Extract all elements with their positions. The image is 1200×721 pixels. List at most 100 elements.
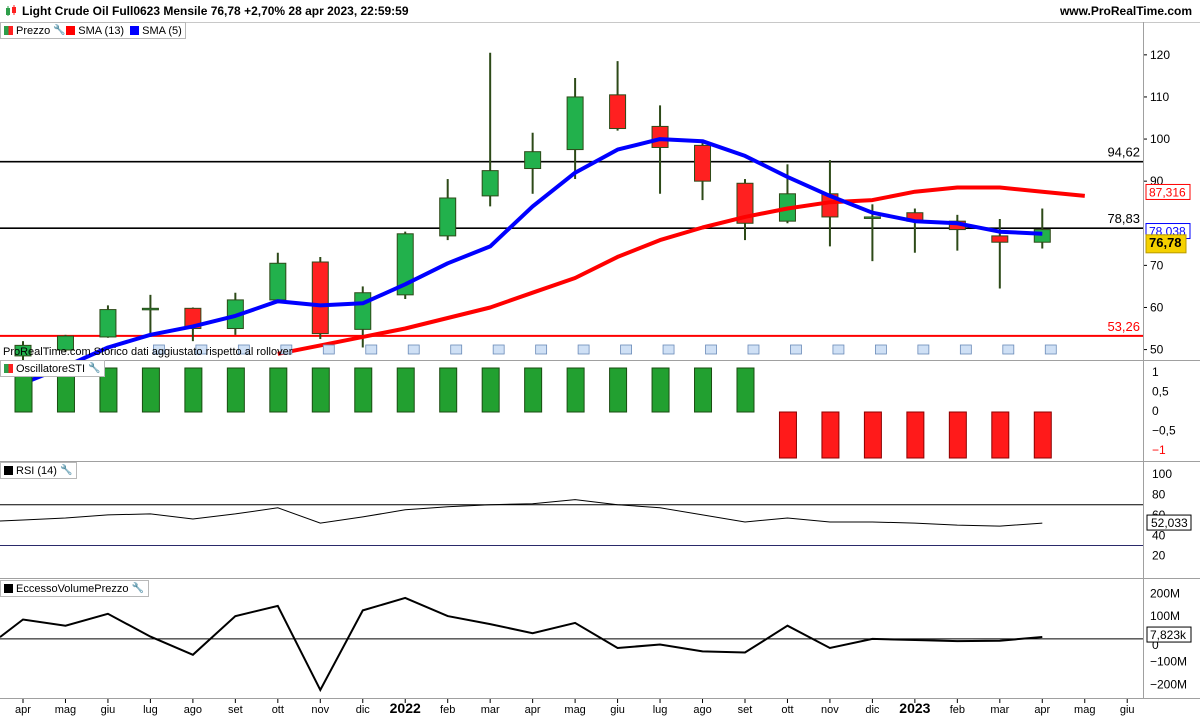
sti-bar: [566, 367, 585, 413]
event-marker-icon: [365, 344, 378, 355]
candle-body: [609, 94, 627, 130]
vol-tick-label: −200M: [1150, 677, 1187, 691]
event-marker-icon: [577, 344, 590, 355]
candle-body: [863, 216, 881, 219]
wrench-icon[interactable]: 🔧: [60, 465, 72, 476]
rsi-swatch: [4, 466, 13, 475]
event-marker-icon: [535, 344, 548, 355]
rollover-note: ProRealTime.com Storico dati aggiustato …: [3, 346, 293, 358]
candle-body: [991, 235, 1009, 243]
sti-bar: [396, 367, 415, 413]
price-tick-label: 60: [1150, 300, 1164, 314]
rsi-legend[interactable]: RSI (14) 🔧: [0, 462, 77, 479]
candle-body: [481, 170, 499, 197]
event-marker-icon: [790, 344, 802, 355]
sti-tick-label: 0,5: [1152, 384, 1169, 398]
sti-tick-label: −1: [1152, 443, 1166, 457]
legend-sma13-label: SMA (13): [78, 24, 125, 37]
price-tick-label: 50: [1150, 343, 1164, 357]
sti-swatch: [4, 364, 13, 373]
sti-bar: [863, 411, 882, 459]
last-value-label: 76,78: [1149, 235, 1182, 250]
sti-bar: [354, 367, 373, 413]
legend-price-label: Prezzo: [16, 24, 51, 37]
vol-line: [0, 596, 1043, 693]
candle-body: [354, 292, 372, 330]
vol-legend[interactable]: EccessoVolumePrezzo 🔧: [0, 580, 149, 597]
sti-bar: [609, 367, 628, 413]
vol-tick-label: 200M: [1150, 586, 1180, 600]
level-label: 53,26: [1107, 319, 1140, 334]
event-marker-icon: [1044, 344, 1057, 355]
panel-separator-sti: [0, 360, 1200, 361]
panel-separator-vol: [0, 578, 1200, 579]
vol-tick-label: −100M: [1150, 655, 1187, 669]
event-marker-icon: [832, 344, 845, 355]
wrench-icon[interactable]: 🔧: [53, 25, 65, 36]
level-label: 94,62: [1107, 145, 1140, 160]
wrench-icon[interactable]: 🔧: [88, 363, 100, 374]
event-marker-icon: [1002, 344, 1015, 355]
price-legend: Prezzo 🔧 SMA (13) SMA (5): [0, 22, 186, 39]
event-marker-icon: [407, 344, 420, 355]
sti-tick-label: −0,5: [1152, 424, 1176, 438]
candle-body: [439, 197, 457, 237]
panel-separator-rsi: [0, 461, 1200, 462]
candle-body: [694, 144, 712, 182]
vol-tick-label: 100M: [1150, 609, 1180, 623]
sti-bar: [778, 411, 797, 459]
candle-body: [311, 261, 329, 335]
chart-window: Light Crude Oil Full0623 Mensile 76,78 +…: [0, 0, 1200, 720]
event-marker-icon: [959, 344, 972, 355]
sti-bar: [906, 411, 925, 459]
rsi-tick-label: 80: [1152, 488, 1166, 502]
sti-bar: [481, 367, 500, 413]
candle-body: [651, 125, 669, 148]
rsi-tick-label: 20: [1152, 549, 1166, 563]
sti-legend[interactable]: OscillatoreSTI 🔧: [0, 360, 106, 377]
vol-last-label: 7,823k: [1150, 628, 1187, 642]
sti-bar: [948, 411, 967, 459]
last-value-label: 87,316: [1149, 185, 1186, 199]
rsi-line: [0, 499, 1043, 527]
legend-price[interactable]: Prezzo 🔧: [4, 25, 66, 37]
price-tick-label: 70: [1150, 258, 1164, 272]
sti-tick-label: 1: [1152, 365, 1159, 379]
sti-bar: [736, 367, 755, 413]
event-marker-icon: [322, 344, 335, 355]
sti-legend-label: OscillatoreSTI: [16, 362, 86, 375]
event-marker-icon: [747, 344, 760, 355]
sti-bar: [1033, 411, 1052, 459]
sma13-swatch: [66, 26, 76, 35]
price-swatch: [4, 26, 13, 35]
legend-sma5-label: SMA (5): [142, 24, 182, 37]
event-marker-icon: [875, 344, 887, 355]
candle-body: [269, 262, 287, 301]
time-axis: [0, 698, 1200, 721]
sti-bar: [821, 411, 840, 459]
level-label: 78,83: [1107, 211, 1140, 226]
sma5-swatch: [130, 26, 140, 35]
candle-body: [99, 309, 117, 338]
event-marker-icon: [492, 344, 505, 355]
sti-bar: [226, 367, 245, 413]
candle-body: [1033, 229, 1051, 243]
legend-sma13[interactable]: SMA (13): [66, 25, 124, 37]
rsi-legend-label: RSI (14): [16, 464, 57, 477]
sti-bar: [651, 367, 670, 413]
price-tick-label: 100: [1150, 132, 1170, 146]
candle-body: [524, 151, 542, 170]
vol-legend-label: EccessoVolumePrezzo: [16, 582, 129, 595]
price-tick-label: 110: [1150, 90, 1169, 104]
event-marker-icon: [917, 344, 930, 355]
event-marker-icon: [450, 344, 463, 355]
wrench-icon[interactable]: 🔧: [132, 583, 144, 594]
rsi-last-label: 52,033: [1151, 516, 1188, 530]
sti-bar: [991, 411, 1010, 459]
rsi-tick-label: 100: [1152, 467, 1172, 481]
candle-body: [566, 96, 584, 151]
sti-bar: [694, 367, 713, 413]
legend-sma5[interactable]: SMA (5): [130, 25, 182, 37]
event-marker-icon: [662, 344, 675, 355]
sti-bar: [311, 367, 330, 413]
